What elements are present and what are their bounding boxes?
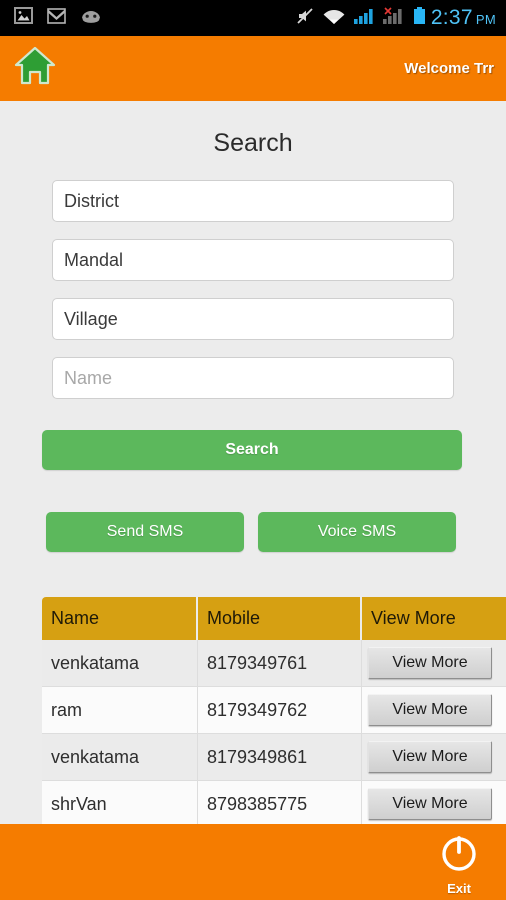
name-input[interactable] — [52, 357, 454, 399]
cell-name: venkatama — [42, 734, 198, 781]
wifi-icon — [323, 7, 345, 29]
column-header-mobile: Mobile — [198, 597, 362, 640]
send-sms-button[interactable]: Send SMS — [46, 512, 244, 552]
results-table: Name Mobile View More venkatama 81793497… — [42, 597, 506, 828]
view-more-button[interactable]: View More — [368, 741, 492, 773]
column-header-name: Name — [42, 597, 198, 640]
table-row: shrVan 8798385775 View More — [42, 781, 506, 828]
cell-mobile: 8179349762 — [198, 687, 362, 734]
cell-mobile: 8179349761 — [198, 640, 362, 687]
clock-ampm: PM — [475, 12, 496, 27]
mute-icon — [296, 7, 314, 30]
status-bar: 2:37 PM — [0, 0, 506, 36]
cell-mobile: 8179349861 — [198, 734, 362, 781]
cell-action: View More — [362, 640, 506, 687]
app-footer: Exit — [0, 824, 506, 900]
cell-action: View More — [362, 687, 506, 734]
gallery-icon — [14, 7, 33, 29]
search-form — [0, 180, 506, 399]
status-bar-right-icons — [296, 6, 426, 30]
table-row: venkatama 8179349861 View More — [42, 734, 506, 781]
view-more-button[interactable]: View More — [368, 788, 492, 820]
search-button[interactable]: Search — [42, 430, 462, 470]
cell-action: View More — [362, 781, 506, 828]
home-icon — [13, 45, 57, 92]
exit-label: Exit — [447, 881, 471, 896]
cell-name: ram — [42, 687, 198, 734]
mandal-input[interactable] — [52, 239, 454, 281]
search-button-row: Search — [0, 416, 506, 470]
gmail-icon — [47, 7, 66, 29]
android-head-icon — [80, 8, 102, 29]
power-icon — [438, 832, 480, 879]
sms-button-row: Send SMS Voice SMS — [0, 470, 506, 552]
home-button[interactable] — [12, 45, 58, 92]
cell-name: venkatama — [42, 640, 198, 687]
table-header-row: Name Mobile View More — [42, 597, 506, 640]
results-table-container: Name Mobile View More venkatama 81793497… — [42, 597, 506, 828]
signal-icon — [353, 8, 374, 29]
battery-icon — [413, 6, 426, 30]
voice-sms-button[interactable]: Voice SMS — [258, 512, 456, 552]
village-input[interactable] — [52, 298, 454, 340]
table-row: venkatama 8179349761 View More — [42, 640, 506, 687]
clock-time: 2:37 — [430, 6, 473, 29]
table-body: venkatama 8179349761 View More ram 81793… — [42, 640, 506, 828]
view-more-button[interactable]: View More — [368, 694, 492, 726]
cell-mobile: 8798385775 — [198, 781, 362, 828]
signal-no-sim-icon — [382, 7, 404, 29]
view-more-button[interactable]: View More — [368, 647, 492, 679]
cell-name: shrVan — [42, 781, 198, 828]
app-header: Welcome Trr — [0, 36, 506, 101]
column-header-view-more: View More — [362, 597, 506, 640]
welcome-text: Welcome Trr — [404, 60, 494, 77]
district-input[interactable] — [52, 180, 454, 222]
cell-action: View More — [362, 734, 506, 781]
status-bar-left-icons — [14, 7, 102, 29]
exit-button[interactable]: Exit — [428, 832, 490, 896]
page-title: Search — [213, 129, 293, 157]
table-header: Name Mobile View More — [42, 597, 506, 640]
status-bar-clock: 2:37 PM — [431, 6, 496, 30]
main-content: Search Search Send SMS Voice SMS Name Mo… — [0, 101, 506, 900]
table-row: ram 8179349762 View More — [42, 687, 506, 734]
